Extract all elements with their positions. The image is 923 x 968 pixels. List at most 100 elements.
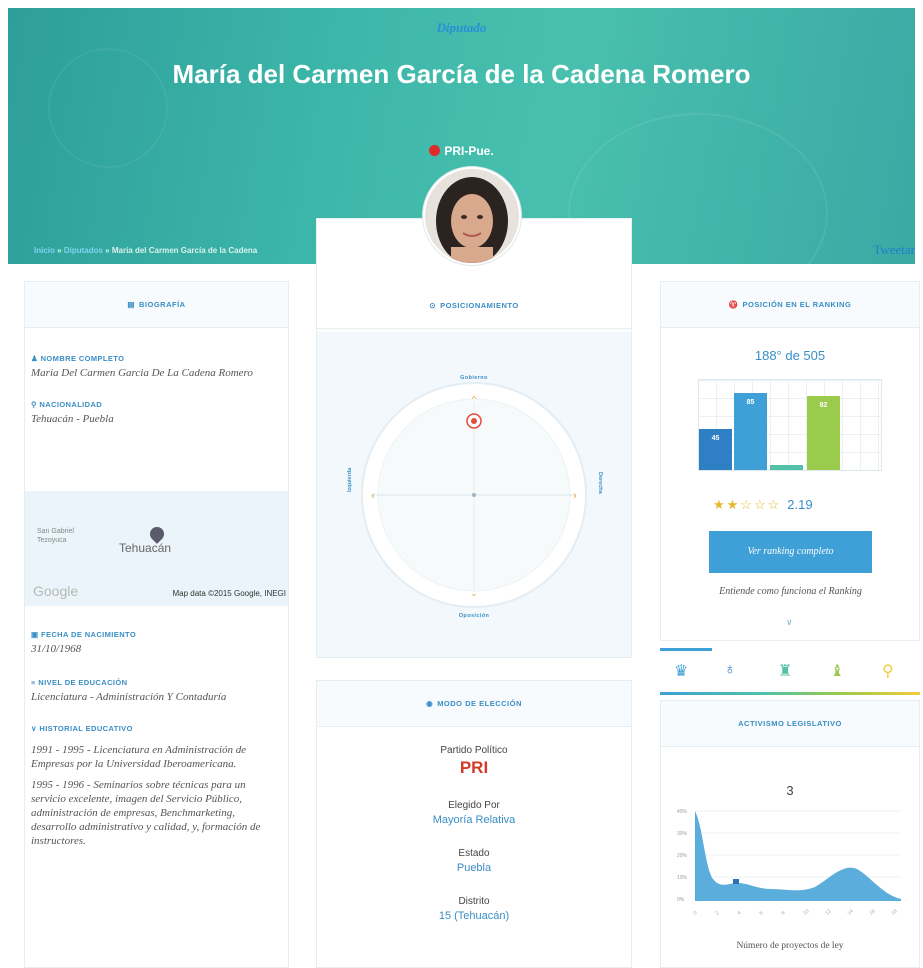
x-tick: 14 [846,908,854,916]
ranking-explain-link[interactable]: Entiende como funciona el Ranking [709,586,872,598]
district-field-label: Distrito [458,896,490,907]
deputy-name: María del Carmen García de la Cadena Rom… [172,59,751,89]
party-dot-icon [429,145,441,156]
elected-field-label: Elegido Por [448,800,500,811]
compass-top-label: Gobierno [460,375,488,381]
ranking-bar: 85 [734,393,767,470]
map-town: Tehuacán [119,541,172,555]
positioning-title: Posicionamiento [440,301,519,310]
view-ranking-button[interactable]: Ver ranking completo [709,531,872,573]
breadcrumb-separator: » [57,246,62,255]
history-label[interactable]: ∨ Historial educativo [31,724,281,733]
tweet-button[interactable]: Tweetar [873,242,915,258]
state-field-value: Puebla [456,862,492,874]
ranking-bar [770,465,803,470]
x-tick: 16 [868,908,876,916]
biography-title: Biografía [139,300,186,309]
birthdate-value: 31/10/1968 [31,643,82,655]
right-arrow-icon: › [573,490,577,502]
rating-score: 2.19 [787,497,813,512]
location-map[interactable]: San Gabriel Tezoyuca Tehuacán Google Map… [25,491,288,606]
activity-chart: 40% 30% 20% 10% 0% 0 2 4 6 8 10 12 14 16… [677,809,901,917]
search-icon[interactable]: ⚲ [882,661,894,681]
target-icon: ⊙ [429,301,437,310]
ranking-header: ♈ Posición en el ranking [661,282,919,328]
y-tick: 40% [677,809,688,815]
avatar-photo [425,169,519,263]
election-title: Modo de elección [437,699,522,708]
party-field-label: Partido Político [440,745,508,756]
full-name-label-text: Nombre completo [40,354,125,363]
map-town-small: San Gabriel Tezoyuca [37,528,74,544]
trophy-icon[interactable]: ♝ [830,661,844,681]
activity-area [695,811,901,901]
ranking-panel: ♈ Posición en el ranking 188° de 505 45 8… [660,281,920,641]
google-logo: Google [33,583,79,599]
birthdate-label-text: Fecha de nacimiento [40,630,137,639]
role-title: Diputado [436,20,487,35]
compass-left-label: Izquierda [347,467,353,492]
left-arrow-icon: ‹ [371,490,375,502]
biography-header: ▤ Biografía [25,282,288,328]
tabs-underline [660,692,920,695]
positioning-header: ⊙ Posicionamiento [317,283,631,329]
district-field-value: 15 (Tehuacán) [438,910,510,922]
activity-xlabel: Número de proyectos de ley [736,941,844,951]
breadcrumb-home[interactable]: Inicio [34,246,55,255]
x-tick: 10 [802,908,810,916]
party-field: Partido Político PRI [317,745,631,778]
down-arrow-icon: ⌄ [470,588,478,598]
biography-panel: ▤ Biografía ♟ Nombre completo Maria Del C… [24,281,289,968]
compass-right-label: Derecha [597,472,603,494]
x-tick: 2 [714,910,720,917]
star-rating: ★★☆☆☆ 2.19 [713,497,813,513]
ranking-bar: 45 [699,429,732,470]
nationality-value: Tehuacán - Puebla [31,413,114,425]
political-compass: ^ ⌄ ‹ › Gobierno Oposición Izquierda Der… [317,332,631,657]
ranking-bar: 82 [807,396,840,470]
positioning-panel: ⊙ Posicionamiento ^ ⌄ ‹ › Gobierno Oposic… [316,218,632,658]
state-field-label: Estado [458,848,490,859]
globe-icon: ◉ [426,699,434,708]
district-field: Distrito 15 (Tehuacán) [317,896,631,922]
user-icon: ♟ [31,354,41,363]
breadcrumb-diputados[interactable]: Diputados [64,246,103,255]
x-tick: 12 [824,908,832,916]
book-icon: ▤ [127,300,135,309]
full-name-label: ♟ Nombre completo [31,354,278,363]
ranking-position: 188° de 505 [754,348,826,363]
x-tick: 8 [780,910,786,917]
x-tick: 4 [736,910,742,917]
state-field: Estado Puebla [317,848,631,874]
y-tick: 30% [677,831,688,837]
chevron-down-icon[interactable]: ∨ [786,617,793,628]
ranking-bar-label: 45 [711,435,720,442]
history-item: 1991 - 1995 - Licenciatura en Administra… [31,744,247,770]
trophy-icon: ♈ [728,300,739,309]
ranking-bar-label: 85 [746,399,755,406]
education-level-value: Licenciatura - Administración Y Contadur… [31,691,227,703]
x-tick: 0 [692,910,698,917]
stars-icon: ★★☆☆☆ [713,497,782,512]
compass-bottom-label: Oposición [458,613,490,619]
lamp-icon[interactable]: ♜ [778,661,792,681]
breadcrumb-current: María del Carmen García de la Cadena [111,246,258,255]
breadcrumb-separator: » [105,246,110,255]
y-tick: 20% [677,853,688,859]
activity-panel: Activismo legislativo 3 40% 30% 20% 10% … [660,700,920,968]
avatar [423,167,521,265]
breadcrumb: Inicio » Diputados » María del Carmen Ga… [34,246,257,255]
birthdate-label: ▣ Fecha de nacimiento [31,630,281,639]
education-level-label: ≡ Nivel de educación [31,678,281,687]
calendar-icon: ▣ [31,630,41,639]
activity-count: 3 [786,783,794,798]
money-icon[interactable]: ♁ [724,661,736,679]
party-badge: PRI-Pue. [8,144,915,158]
active-tab-indicator [660,648,712,651]
ranking-bar-label: 82 [819,402,828,409]
medal-icon[interactable]: ♛ [674,661,688,681]
x-tick: 18 [890,908,898,916]
activity-header: Activismo legislativo [661,701,919,747]
party-field-value: PRI [459,758,489,777]
y-tick: 10% [677,875,688,881]
